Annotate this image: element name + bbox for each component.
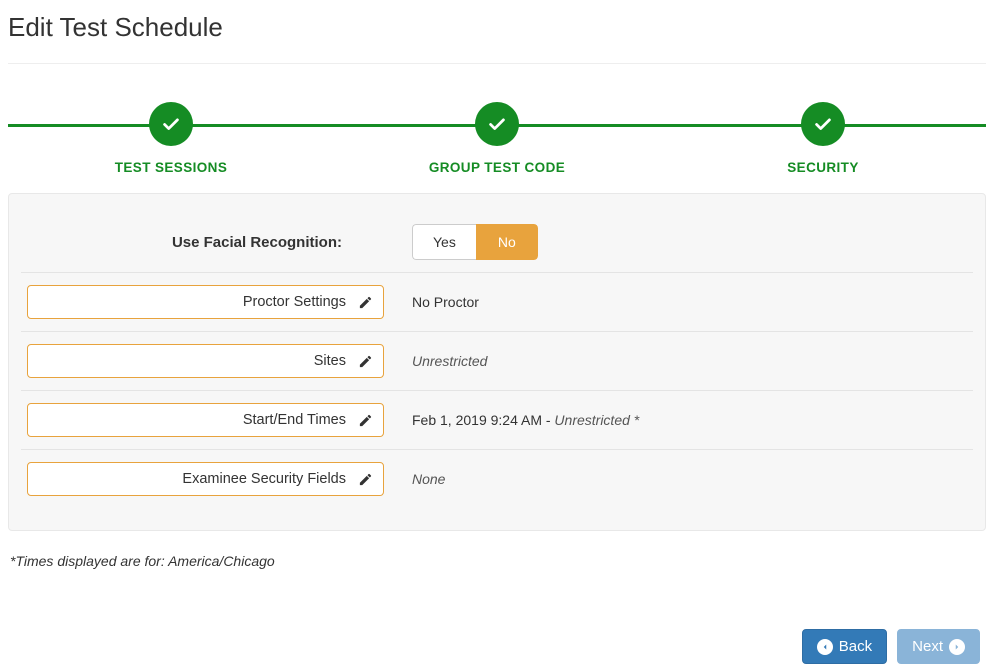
proctor-settings-value: No Proctor (412, 294, 479, 310)
row-facial-recognition: Use Facial Recognition: Yes No (21, 212, 973, 273)
toggle-option-yes[interactable]: Yes (412, 224, 476, 260)
divider (8, 63, 986, 64)
wizard-nav-buttons: Back Next (8, 629, 986, 664)
step-label: TEST SESSIONS (8, 160, 334, 175)
pencil-icon (358, 413, 373, 428)
back-button-label: Back (839, 638, 872, 655)
examinee-security-fields-button[interactable]: Examinee Security Fields (27, 462, 384, 496)
facial-recognition-label: Use Facial Recognition: (172, 234, 384, 251)
pencil-icon (358, 472, 373, 487)
start-end-times-label: Start/End Times (243, 412, 346, 428)
pencil-icon (358, 354, 373, 369)
step-test-sessions[interactable]: TEST SESSIONS (8, 102, 334, 175)
wizard-stepper: TEST SESSIONS GROUP TEST CODE SECURITY (8, 102, 986, 175)
next-button[interactable]: Next (897, 629, 980, 664)
facial-recognition-toggle[interactable]: Yes No (412, 224, 538, 260)
examinee-security-fields-label: Examinee Security Fields (182, 471, 346, 487)
security-panel: Use Facial Recognition: Yes No Proctor S… (8, 193, 986, 531)
sites-label: Sites (314, 353, 346, 369)
sites-value: Unrestricted (412, 353, 487, 369)
sites-button[interactable]: Sites (27, 344, 384, 378)
start-end-times-button[interactable]: Start/End Times (27, 403, 384, 437)
row-start-end-times: Start/End Times Feb 1, 2019 9:24 AM - Un… (21, 391, 973, 450)
arrow-left-icon (817, 639, 833, 655)
row-proctor-settings: Proctor Settings No Proctor (21, 273, 973, 332)
check-icon (801, 102, 845, 146)
page-title: Edit Test Schedule (8, 12, 986, 43)
examinee-security-fields-value: None (412, 471, 445, 487)
start-end-times-value: Feb 1, 2019 9:24 AM - Unrestricted * (412, 412, 967, 428)
start-time-value: Feb 1, 2019 9:24 AM - (412, 412, 554, 428)
pencil-icon (358, 295, 373, 310)
check-icon (149, 102, 193, 146)
timezone-note: *Times displayed are for: America/Chicag… (10, 553, 986, 569)
check-icon (475, 102, 519, 146)
step-label: GROUP TEST CODE (334, 160, 660, 175)
proctor-settings-button[interactable]: Proctor Settings (27, 285, 384, 319)
step-security[interactable]: SECURITY (660, 102, 986, 175)
end-time-value: Unrestricted * (554, 412, 639, 428)
step-group-test-code[interactable]: GROUP TEST CODE (334, 102, 660, 175)
toggle-option-no[interactable]: No (476, 224, 538, 260)
step-label: SECURITY (660, 160, 986, 175)
proctor-settings-label: Proctor Settings (243, 294, 346, 310)
row-sites: Sites Unrestricted (21, 332, 973, 391)
row-examinee-security-fields: Examinee Security Fields None (21, 450, 973, 508)
arrow-right-icon (949, 639, 965, 655)
back-button[interactable]: Back (802, 629, 887, 664)
next-button-label: Next (912, 638, 943, 655)
